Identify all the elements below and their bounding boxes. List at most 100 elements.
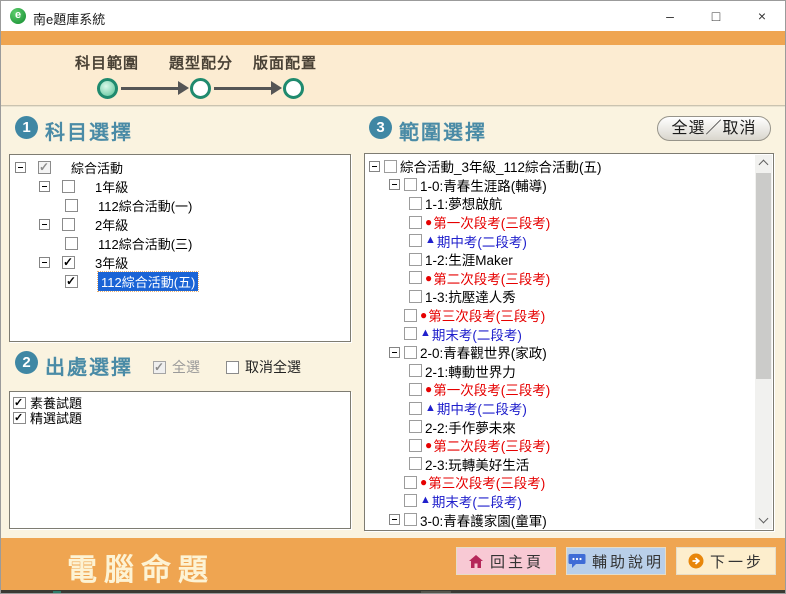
- select-all-checkbox-group[interactable]: 全選: [153, 357, 200, 377]
- collapse-toggle-icon[interactable]: [389, 179, 400, 190]
- range-tree-item[interactable]: 2-3:玩轉美好生活: [365, 455, 753, 474]
- range-tree-item[interactable]: 2-1:轉動世界力: [365, 362, 753, 381]
- collapse-toggle-icon[interactable]: [389, 347, 400, 358]
- checkbox[interactable]: [409, 197, 422, 210]
- scrollbar-thumb[interactable]: [756, 173, 771, 379]
- checkbox[interactable]: [62, 218, 75, 231]
- checkbox[interactable]: [409, 253, 422, 266]
- tree-item-label: 3-0:青春護家園(童軍): [420, 510, 547, 530]
- range-tree-item[interactable]: 2-2:手作夢未來: [365, 417, 753, 436]
- range-tree-item[interactable]: 2-0:青春觀世界(家政): [365, 343, 753, 362]
- tree-item[interactable]: 綜合活動: [10, 158, 350, 177]
- deselect-all-checkbox-group[interactable]: 取消全選: [226, 357, 301, 377]
- tree-item-label: 2-3:玩轉美好生活: [425, 454, 529, 474]
- checkbox[interactable]: [65, 275, 78, 288]
- section-number-2: 2: [15, 351, 38, 374]
- checkbox[interactable]: [65, 237, 78, 250]
- deselect-all-label: 取消全選: [245, 357, 301, 377]
- checkbox[interactable]: [404, 178, 417, 191]
- checkbox[interactable]: [404, 476, 417, 489]
- collapse-toggle-icon[interactable]: [39, 257, 50, 268]
- checkbox[interactable]: [384, 160, 397, 173]
- checkbox[interactable]: [13, 397, 26, 409]
- scroll-up-icon[interactable]: [755, 155, 772, 172]
- checkbox[interactable]: [38, 161, 51, 174]
- speech-bubble-icon: [568, 553, 586, 569]
- step-circle-1[interactable]: [97, 78, 118, 99]
- range-tree-item[interactable]: 1-3:抗壓達人秀: [365, 287, 753, 306]
- tree-item-label: 2-0:青春觀世界(家政): [420, 342, 547, 362]
- range-tree-item[interactable]: 1-1:夢想啟航: [365, 194, 753, 213]
- next-step-button[interactable]: 下一步: [676, 547, 776, 575]
- tree-item[interactable]: 2年級: [10, 215, 350, 234]
- collapse-toggle-icon[interactable]: [369, 161, 380, 172]
- deselect-all-checkbox[interactable]: [226, 361, 239, 374]
- checkbox[interactable]: [409, 420, 422, 433]
- range-tree-item[interactable]: 綜合活動_3年級_112綜合活動(五): [365, 157, 753, 176]
- range-tree-item[interactable]: 3-0:青春護家園(童軍): [365, 510, 753, 529]
- maximize-button[interactable]: □: [693, 1, 739, 31]
- help-button-label: 輔助說明: [592, 551, 664, 572]
- checkbox[interactable]: [62, 180, 75, 193]
- range-tree-item[interactable]: 1-2:生涯Maker: [365, 250, 753, 269]
- range-tree-item[interactable]: ▲期末考(二段考): [365, 324, 753, 343]
- checkbox[interactable]: [404, 327, 417, 340]
- vertical-scrollbar[interactable]: [755, 155, 772, 529]
- list-item-label: 精選試題: [30, 408, 82, 427]
- checkbox[interactable]: [409, 216, 422, 229]
- select-all-checkbox[interactable]: [153, 361, 166, 374]
- step-circle-3[interactable]: [283, 78, 304, 99]
- range-tree-item[interactable]: ●第二次段考(三段考): [365, 269, 753, 288]
- section-number-1: 1: [15, 116, 38, 139]
- accent-strip: [1, 31, 785, 45]
- tree-item-selected[interactable]: 112綜合活動(五): [10, 272, 350, 291]
- checkbox[interactable]: [62, 256, 75, 269]
- range-tree-item[interactable]: ●第一次段考(三段考): [365, 380, 753, 399]
- range-tree-item[interactable]: ▲期中考(二段考): [365, 399, 753, 418]
- select-all-toggle-button[interactable]: 全選／取消: [657, 116, 771, 141]
- checkbox[interactable]: [409, 439, 422, 452]
- checkbox[interactable]: [409, 383, 422, 396]
- help-button[interactable]: 輔助說明: [566, 547, 666, 575]
- minimize-button[interactable]: –: [647, 1, 693, 31]
- step-circle-2[interactable]: [190, 78, 211, 99]
- close-button[interactable]: ×: [739, 1, 785, 31]
- collapse-toggle-icon[interactable]: [389, 514, 400, 525]
- exam-circle-icon: ●: [425, 383, 432, 395]
- tree-item[interactable]: 3年級: [10, 253, 350, 272]
- checkbox[interactable]: [404, 494, 417, 507]
- home-button[interactable]: 回主頁: [456, 547, 556, 575]
- range-tree-item[interactable]: ●第三次段考(三段考): [365, 473, 753, 492]
- checkbox[interactable]: [409, 234, 422, 247]
- tree-item-label: 期末考(二段考): [432, 324, 522, 344]
- tree-item[interactable]: 1年級: [10, 177, 350, 196]
- collapse-toggle-icon[interactable]: [39, 181, 50, 192]
- range-tree-item[interactable]: ●第二次段考(三段考): [365, 436, 753, 455]
- checkbox[interactable]: [409, 457, 422, 470]
- exam-circle-icon: ●: [425, 439, 432, 451]
- checkbox[interactable]: [13, 412, 26, 424]
- range-tree-item[interactable]: ▲期中考(二段考): [365, 231, 753, 250]
- range-tree-item[interactable]: ●第三次段考(三段考): [365, 306, 753, 325]
- checkbox[interactable]: [409, 402, 422, 415]
- scroll-down-icon[interactable]: [755, 512, 772, 529]
- app-logo-icon: e: [10, 8, 26, 24]
- range-tree-item[interactable]: ▲期末考(二段考): [365, 492, 753, 511]
- checkbox[interactable]: [404, 309, 417, 322]
- list-item[interactable]: 精選試題: [13, 410, 350, 425]
- collapse-toggle-icon[interactable]: [39, 219, 50, 230]
- collapse-toggle-icon[interactable]: [15, 162, 26, 173]
- checkbox[interactable]: [409, 364, 422, 377]
- tree-item[interactable]: 112綜合活動(三): [10, 234, 350, 253]
- source-list-panel: 素養試題 精選試題: [9, 391, 351, 529]
- checkbox[interactable]: [404, 346, 417, 359]
- checkbox[interactable]: [404, 513, 417, 526]
- checkbox[interactable]: [409, 271, 422, 284]
- checkbox[interactable]: [409, 290, 422, 303]
- tree-item[interactable]: 112綜合活動(一): [10, 196, 350, 215]
- exam-triangle-icon: ▲: [420, 328, 431, 339]
- range-tree-item[interactable]: 1-0:青春生涯路(輔導): [365, 176, 753, 195]
- range-tree-item[interactable]: ●第一次段考(三段考): [365, 213, 753, 232]
- section-title-subject: 科目選擇: [45, 116, 133, 145]
- checkbox[interactable]: [65, 199, 78, 212]
